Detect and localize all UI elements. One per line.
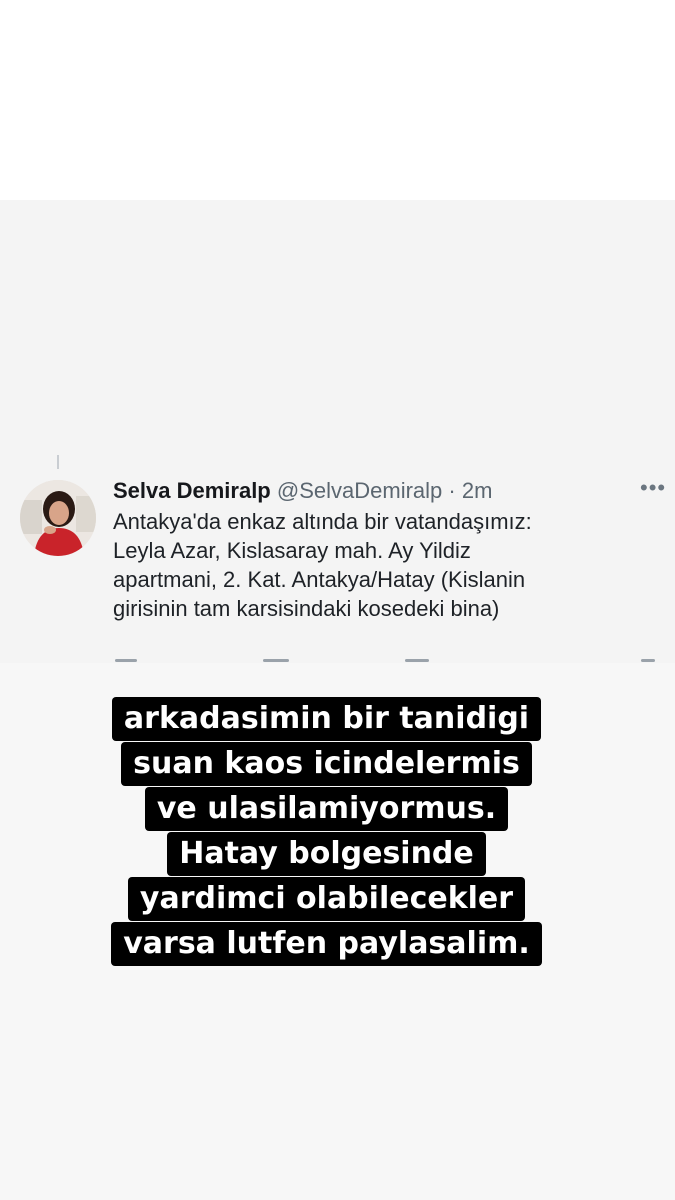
share-icon[interactable] xyxy=(641,659,655,662)
tweet-body: Antakya'da enkaz altında bir vatandaşımı… xyxy=(113,507,658,623)
tweet-screenshot[interactable]: Selva Demiralp @SelvaDemiralp · 2m ••• A… xyxy=(0,455,675,663)
tweet-line: apartmani, 2. Kat. Antakya/Hatay (Kislan… xyxy=(113,567,526,592)
more-horizontal-icon[interactable]: ••• xyxy=(640,475,666,501)
story-caption: arkadasimin bir tanidigi suan kaos icind… xyxy=(104,696,549,966)
tweet-action-bar-cropped xyxy=(113,659,658,665)
caption-text: Hatay bolgesinde xyxy=(167,832,486,876)
reply-icon[interactable] xyxy=(115,659,137,662)
thread-connector-line xyxy=(57,455,59,469)
caption-text: yardimci olabilecekler xyxy=(127,877,526,921)
display-name[interactable]: Selva Demiralp xyxy=(113,478,271,503)
tweet-header: Selva Demiralp @SelvaDemiralp · 2m xyxy=(113,477,492,505)
caption-text: arkadasimin bir tanidigi xyxy=(111,697,542,741)
retweet-icon[interactable] xyxy=(263,659,289,662)
avatar-photo xyxy=(20,480,96,556)
timestamp[interactable]: 2m xyxy=(462,478,493,503)
caption-text: varsa lutfen paylasalim. xyxy=(111,922,542,966)
avatar[interactable] xyxy=(20,480,96,556)
tweet-line: Leyla Azar, Kislasaray mah. Ay Yildiz xyxy=(113,538,471,563)
separator-dot: · xyxy=(448,478,456,503)
tweet-line: Antakya'da enkaz altında bir vatandaşımı… xyxy=(113,509,532,534)
like-icon[interactable] xyxy=(405,659,429,662)
caption-text: suan kaos icindelermis xyxy=(121,742,532,786)
tweet-line: girisinin tam karsisindaki kosedeki bina… xyxy=(113,596,500,621)
story-top-background xyxy=(0,0,675,200)
user-handle[interactable]: @SelvaDemiralp xyxy=(277,478,442,503)
caption-text: ve ulasilamiyormus. xyxy=(144,787,509,831)
